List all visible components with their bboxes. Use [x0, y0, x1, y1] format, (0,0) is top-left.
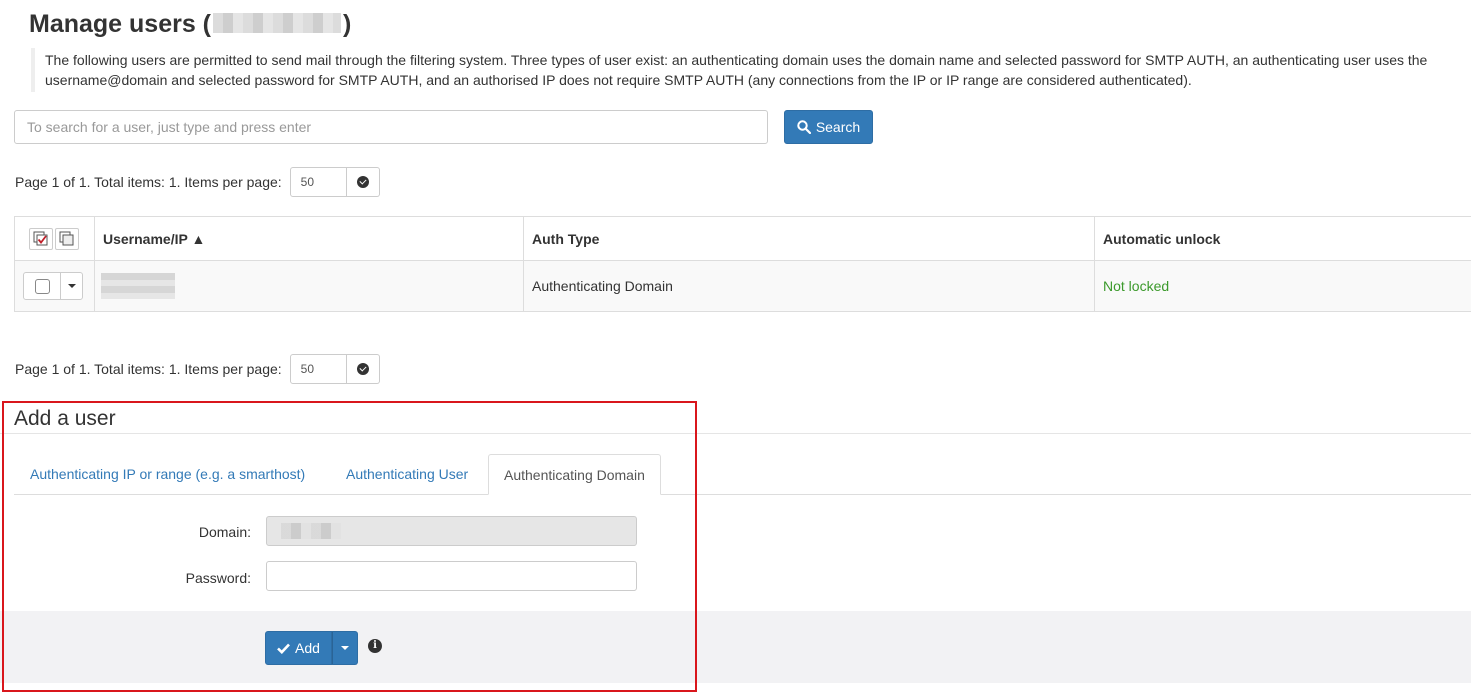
page-description: The following users are permitted to sen… [31, 48, 1471, 92]
row-checkbox[interactable] [24, 273, 61, 299]
add-user-highlight-box [2, 401, 697, 692]
column-header-auth-type: Auth Type [523, 216, 1095, 261]
row-select-cell [14, 260, 95, 312]
checkbox-box [34, 278, 50, 294]
page-title-suffix: ) [343, 10, 352, 38]
username-cell [94, 260, 524, 312]
page-title: Manage users () [29, 6, 351, 42]
search-icon [797, 120, 811, 134]
checked-box-icon [33, 231, 48, 245]
pagination-text: Page 1 of 1. Total items: 1. Items per p… [15, 174, 282, 190]
stacked-box-icon [59, 231, 74, 245]
page-title-text: Manage users ( [29, 10, 212, 38]
items-per-page-input[interactable] [289, 354, 347, 384]
pagination-bottom: Page 1 of 1. Total items: 1. Items per p… [15, 354, 380, 384]
redacted-username [101, 273, 175, 299]
check-circle-icon [356, 176, 369, 188]
select-none-button[interactable] [55, 227, 79, 250]
items-per-page-input[interactable] [289, 167, 347, 197]
users-table: Username/IP ▲ Auth Type Automatic unlock… [14, 216, 1471, 312]
search-input[interactable] [14, 110, 768, 144]
items-per-page-apply-button[interactable] [346, 167, 380, 197]
auth-type-cell: Authenticating Domain [523, 260, 1095, 312]
items-per-page-apply-button[interactable] [346, 354, 380, 384]
row-actions-dropdown[interactable] [61, 273, 82, 299]
caret-down-icon [67, 284, 76, 288]
search-button-label: Search [815, 119, 861, 135]
column-header-automatic-unlock: Automatic unlock [1094, 216, 1471, 261]
pagination-top: Page 1 of 1. Total items: 1. Items per p… [15, 167, 380, 197]
table-header-row: Username/IP ▲ Auth Type Automatic unlock [14, 216, 1471, 261]
table-row: Authenticating Domain Not locked [14, 260, 1471, 312]
check-circle-icon [356, 363, 369, 375]
column-header-username[interactable]: Username/IP ▲ [94, 216, 524, 261]
select-all-header [14, 216, 95, 261]
row-select-control [23, 272, 83, 300]
pagination-text: Page 1 of 1. Total items: 1. Items per p… [15, 361, 282, 377]
unlock-status-cell: Not locked [1094, 260, 1471, 312]
select-all-button[interactable] [29, 227, 53, 250]
redacted-server-name [213, 13, 342, 34]
search-button[interactable]: Search [784, 110, 873, 144]
